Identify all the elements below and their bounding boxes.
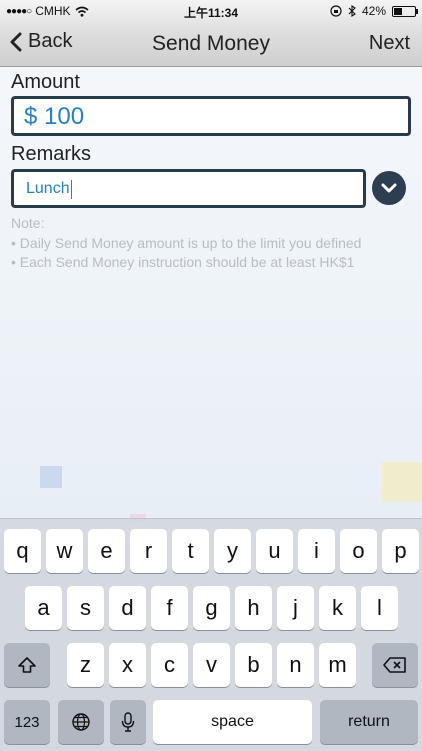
remarks-value: Lunch [26, 180, 70, 197]
key-f[interactable]: f [151, 586, 188, 630]
key-j[interactable]: j [277, 586, 314, 630]
key-r[interactable]: r [130, 529, 167, 573]
status-bar: ●●●●○ CMHK 上午11:34 42% [0, 0, 422, 22]
back-button[interactable]: Back [10, 30, 72, 53]
battery-icon [392, 5, 418, 17]
key-u[interactable]: u [256, 529, 293, 573]
remarks-field[interactable]: Lunch [11, 169, 366, 208]
note-line: • Daily Send Money amount is up to the l… [11, 234, 362, 251]
amount-field[interactable]: $ 100 [11, 96, 411, 136]
key-h[interactable]: h [235, 586, 272, 630]
globe-key[interactable] [58, 700, 104, 744]
key-o[interactable]: o [340, 529, 377, 573]
microphone-key[interactable] [110, 700, 146, 744]
notes: Note: • Daily Send Money amount is up to… [11, 214, 361, 273]
key-c[interactable]: c [151, 643, 188, 687]
note-line: • Each Send Money instruction should be … [11, 254, 355, 270]
background-decoration [382, 462, 422, 502]
key-a[interactable]: a [25, 586, 62, 630]
key-x[interactable]: x [109, 643, 146, 687]
microphone-icon [121, 712, 135, 732]
top-bar: ●●●●○ CMHK 上午11:34 42% Back Send Money N… [0, 0, 422, 67]
key-b[interactable]: b [235, 643, 272, 687]
key-i[interactable]: i [298, 529, 335, 573]
return-key[interactable]: return [320, 700, 418, 744]
key-q[interactable]: q [4, 529, 41, 573]
amount-label: Amount [11, 71, 80, 93]
key-t[interactable]: t [172, 529, 209, 573]
key-p[interactable]: p [382, 529, 419, 573]
remarks-dropdown-button[interactable] [372, 171, 406, 205]
key-y[interactable]: y [214, 529, 251, 573]
shift-icon [18, 657, 36, 673]
key-s[interactable]: s [67, 586, 104, 630]
key-k[interactable]: k [319, 586, 356, 630]
rotation-lock-icon [330, 5, 342, 17]
key-e[interactable]: e [88, 529, 125, 573]
key-w[interactable]: w [46, 529, 83, 573]
key-z[interactable]: z [67, 643, 104, 687]
amount-value: $ 100 [24, 103, 85, 130]
next-button[interactable]: Next [369, 32, 410, 55]
nav-bar: Back Send Money Next [0, 22, 422, 66]
delete-key[interactable] [372, 643, 418, 687]
shift-key[interactable] [4, 643, 50, 687]
remarks-label: Remarks [11, 143, 92, 165]
back-label: Back [28, 30, 73, 52]
backspace-icon [383, 657, 406, 673]
chevron-left-icon [10, 32, 22, 51]
key-v[interactable]: v [193, 643, 230, 687]
key-g[interactable]: g [193, 586, 230, 630]
key-n[interactable]: n [277, 643, 314, 687]
text-cursor [71, 180, 72, 199]
bluetooth-icon [348, 5, 356, 17]
numbers-key[interactable]: 123 [4, 700, 50, 744]
globe-icon [72, 713, 90, 731]
status-right: 42% [330, 4, 418, 18]
keyboard: q w e r t y u i o p a s d f g h j k l z … [0, 518, 422, 751]
key-d[interactable]: d [109, 586, 146, 630]
battery-percent: 42% [361, 4, 386, 18]
key-m[interactable]: m [319, 643, 356, 687]
key-l[interactable]: l [361, 586, 398, 630]
background-decoration [40, 466, 62, 488]
chevron-down-icon [381, 183, 397, 193]
space-key[interactable]: space [153, 700, 312, 744]
notes-heading: Note: [11, 215, 45, 231]
